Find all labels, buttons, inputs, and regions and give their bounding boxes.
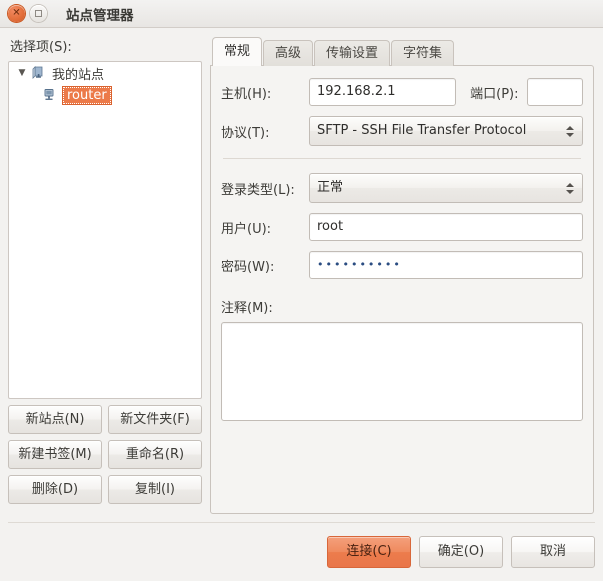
duplicate-button[interactable]: 复制(I) — [108, 475, 202, 504]
new-site-button[interactable]: 新站点(N) — [8, 405, 102, 434]
user-row: 用户(U): root — [221, 213, 583, 241]
tab-transfer-settings[interactable]: 传输设置 — [314, 40, 391, 66]
close-icon[interactable]: ✕ — [8, 5, 25, 22]
footer-divider — [8, 522, 595, 523]
protocol-label: 协议(T): — [221, 125, 270, 141]
protocol-select[interactable]: SFTP - SSH File Transfer Protocol — [309, 116, 583, 146]
chevron-updown-icon — [565, 123, 574, 139]
port-label: 端口(P): — [470, 86, 519, 102]
site-tree[interactable]: ▼ 我的站点 router — [8, 61, 202, 399]
password-label: 密码(W): — [221, 259, 275, 275]
site-tree-column: 选择项(S): ▼ 我的站点 router — [8, 36, 202, 399]
new-bookmark-button[interactable]: 新建书签(M) — [8, 440, 102, 469]
notes-label: 注释(M): — [221, 301, 273, 316]
maximize-icon[interactable] — [30, 5, 47, 22]
ok-button[interactable]: 确定(O) — [419, 536, 503, 568]
port-input[interactable] — [526, 78, 583, 106]
host-row: 主机(H): 192.168.2.1 端口(P): — [221, 78, 583, 106]
tab-general[interactable]: 常规 — [212, 37, 263, 66]
rename-button[interactable]: 重命名(R) — [108, 440, 202, 469]
select-entry-label: 选择项(S): — [10, 40, 72, 55]
logon-type-select-value: 正常 — [317, 180, 344, 195]
tab-advanced[interactable]: 高级 — [263, 40, 314, 66]
window-titlebar: ✕ 站点管理器 — [0, 0, 603, 28]
new-folder-button[interactable]: 新文件夹(F) — [108, 405, 202, 434]
host-label: 主机(H): — [221, 86, 272, 102]
site-tree-actions: 新站点(N) 新文件夹(F) 新建书签(M) 重命名(R) 删除(D) 复制(I… — [8, 405, 202, 504]
tree-item-label: 我的站点 — [52, 67, 105, 83]
password-input[interactable]: •••••••••• — [309, 251, 583, 279]
logon-type-row: 登录类型(L): 正常 — [221, 173, 583, 203]
logon-type-select[interactable]: 正常 — [309, 173, 583, 203]
connect-button[interactable]: 连接(C) — [327, 536, 411, 568]
user-label: 用户(U): — [221, 221, 272, 237]
tree-item-label: router — [62, 85, 112, 105]
cancel-button[interactable]: 取消 — [511, 536, 595, 568]
tree-item-router[interactable]: router — [9, 84, 201, 106]
close-glyph: ✕ — [12, 7, 21, 18]
settings-notebook: 常规 高级 传输设置 字符集 主机(H): 192.168.2.1 端口(P):… — [210, 36, 594, 514]
delete-button[interactable]: 删除(D) — [8, 475, 102, 504]
protocol-select-value: SFTP - SSH File Transfer Protocol — [317, 123, 527, 138]
tab-strip: 常规 高级 传输设置 字符集 — [212, 36, 594, 66]
server-group-icon — [32, 66, 43, 79]
general-form: 主机(H): 192.168.2.1 端口(P): 协议(T): SFTP - … — [211, 66, 593, 513]
maximize-glyph — [35, 10, 42, 17]
password-row: 密码(W): •••••••••• — [221, 251, 583, 279]
dialog-body: 选择项(S): ▼ 我的站点 router 新站点(N) 新文件夹(F) 新建书… — [0, 28, 603, 581]
server-icon — [44, 89, 54, 100]
host-input[interactable]: 192.168.2.1 — [309, 78, 457, 106]
notes-textarea[interactable] — [221, 322, 583, 421]
chevron-down-icon[interactable]: ▼ — [15, 68, 29, 78]
tree-item-my-sites[interactable]: ▼ 我的站点 — [9, 62, 201, 84]
user-input[interactable]: root — [309, 213, 583, 241]
window-title: 站点管理器 — [66, 7, 134, 24]
tab-charset[interactable]: 字符集 — [391, 40, 455, 66]
protocol-row: 协议(T): SFTP - SSH File Transfer Protocol — [221, 116, 583, 146]
chevron-updown-icon — [565, 180, 574, 196]
footer-actions: 连接(C) 确定(O) 取消 — [327, 536, 595, 568]
logon-type-label: 登录类型(L): — [221, 182, 295, 198]
form-divider — [223, 158, 581, 159]
tab-panel-general: 主机(H): 192.168.2.1 端口(P): 协议(T): SFTP - … — [210, 65, 594, 514]
